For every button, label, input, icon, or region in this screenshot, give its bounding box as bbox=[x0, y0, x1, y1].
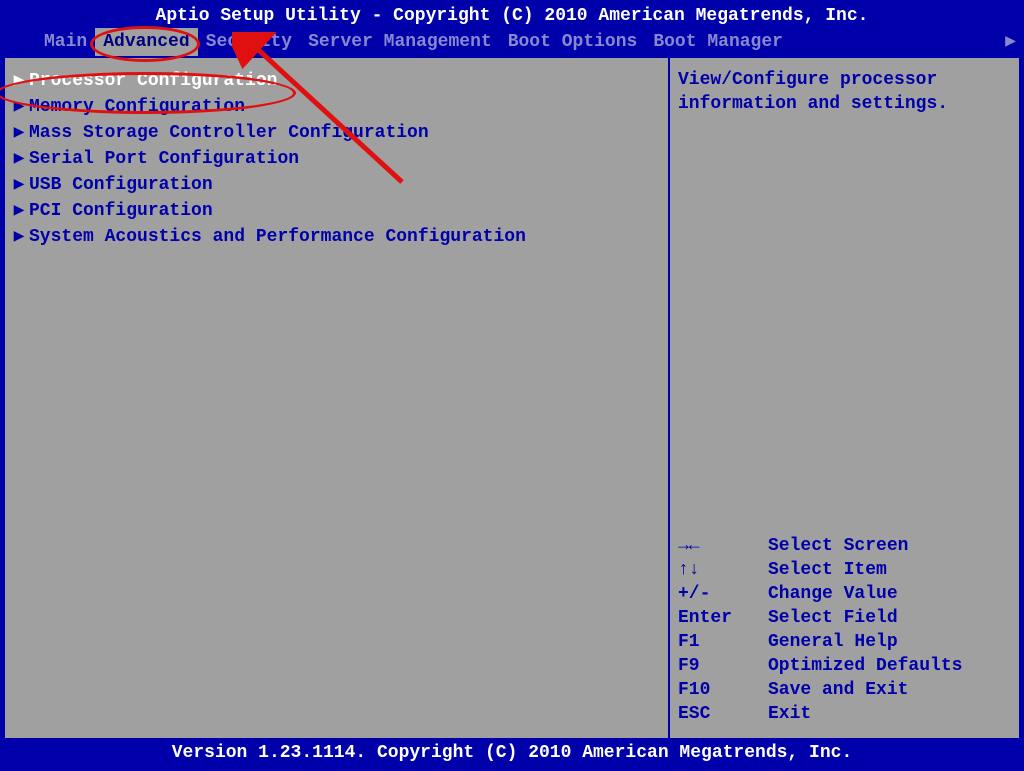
submenu-icon: ▶ bbox=[9, 199, 29, 223]
setup-title: Aptio Setup Utility - Copyright (C) 2010… bbox=[0, 0, 1024, 28]
submenu-icon: ▶ bbox=[9, 225, 29, 249]
help-key-select-item: ↑↓ Select Item bbox=[678, 558, 1011, 582]
help-key-general-help: F1 General Help bbox=[678, 630, 1011, 654]
menu-item-label: PCI Configuration bbox=[29, 199, 213, 223]
menu-item-label: USB Configuration bbox=[29, 173, 213, 197]
key-label: ESC bbox=[678, 702, 768, 726]
footer: Version 1.23.1114. Copyright (C) 2010 Am… bbox=[0, 740, 1024, 771]
key-label: ↑↓ bbox=[678, 558, 768, 582]
menu-item-label: System Acoustics and Performance Configu… bbox=[29, 225, 526, 249]
tab-boot-manager[interactable]: Boot Manager bbox=[645, 28, 791, 56]
key-desc: Optimized Defaults bbox=[768, 654, 962, 678]
key-desc: Save and Exit bbox=[768, 678, 908, 702]
help-key-select-screen: →← Select Screen bbox=[678, 534, 1011, 558]
menu-processor-configuration[interactable]: ▶ Processor Configuration bbox=[9, 68, 668, 94]
help-pane: View/Configure processor information and… bbox=[670, 58, 1021, 740]
tab-bar: Main Advanced Security Server Management… bbox=[0, 28, 1024, 56]
version-text: Version 1.23.1114. Copyright (C) 2010 Am… bbox=[172, 743, 853, 763]
menu-system-acoustics-configuration[interactable]: ▶ System Acoustics and Performance Confi… bbox=[9, 224, 668, 250]
key-label: +/- bbox=[678, 582, 768, 606]
key-desc: Select Field bbox=[768, 606, 898, 630]
key-label: Enter bbox=[678, 606, 768, 630]
key-label: F1 bbox=[678, 630, 768, 654]
help-key-change-value: +/- Change Value bbox=[678, 582, 1011, 606]
help-text: View/Configure processor information and… bbox=[678, 68, 1011, 116]
key-desc: Select Screen bbox=[768, 534, 908, 558]
menu-item-label: Memory Configuration bbox=[29, 95, 245, 119]
key-desc: Select Item bbox=[768, 558, 887, 582]
menu-item-label: Processor Configuration bbox=[29, 69, 277, 93]
main-area: ▶ Processor Configuration ▶ Memory Confi… bbox=[0, 58, 1024, 740]
key-desc: Change Value bbox=[768, 582, 898, 606]
tab-advanced[interactable]: Advanced bbox=[95, 28, 197, 56]
tab-server-management[interactable]: Server Management bbox=[300, 28, 500, 56]
menu-memory-configuration[interactable]: ▶ Memory Configuration bbox=[9, 94, 668, 120]
help-key-optimized-defaults: F9 Optimized Defaults bbox=[678, 654, 1011, 678]
key-desc: Exit bbox=[768, 702, 811, 726]
menu-usb-configuration[interactable]: ▶ USB Configuration bbox=[9, 172, 668, 198]
key-label: F9 bbox=[678, 654, 768, 678]
submenu-icon: ▶ bbox=[9, 121, 29, 145]
submenu-icon: ▶ bbox=[9, 173, 29, 197]
help-key-exit: ESC Exit bbox=[678, 702, 1011, 726]
menu-serial-port-configuration[interactable]: ▶ Serial Port Configuration bbox=[9, 146, 668, 172]
header: Aptio Setup Utility - Copyright (C) 2010… bbox=[0, 0, 1024, 58]
menu-pane: ▶ Processor Configuration ▶ Memory Confi… bbox=[3, 58, 670, 740]
key-label: →← bbox=[678, 534, 768, 558]
submenu-icon: ▶ bbox=[9, 69, 29, 93]
tab-security[interactable]: Security bbox=[198, 28, 300, 56]
menu-mass-storage-configuration[interactable]: ▶ Mass Storage Controller Configuration bbox=[9, 120, 668, 146]
key-desc: General Help bbox=[768, 630, 898, 654]
help-key-list: →← Select Screen ↑↓ Select Item +/- Chan… bbox=[678, 534, 1011, 726]
scroll-right-icon[interactable]: ▶ bbox=[1005, 28, 1016, 56]
tab-boot-options[interactable]: Boot Options bbox=[500, 28, 646, 56]
menu-item-label: Mass Storage Controller Configuration bbox=[29, 121, 429, 145]
menu-item-label: Serial Port Configuration bbox=[29, 147, 299, 171]
help-key-select-field: Enter Select Field bbox=[678, 606, 1011, 630]
submenu-icon: ▶ bbox=[9, 95, 29, 119]
menu-pci-configuration[interactable]: ▶ PCI Configuration bbox=[9, 198, 668, 224]
help-key-save-exit: F10 Save and Exit bbox=[678, 678, 1011, 702]
key-label: F10 bbox=[678, 678, 768, 702]
tab-main[interactable]: Main bbox=[36, 28, 95, 56]
submenu-icon: ▶ bbox=[9, 147, 29, 171]
